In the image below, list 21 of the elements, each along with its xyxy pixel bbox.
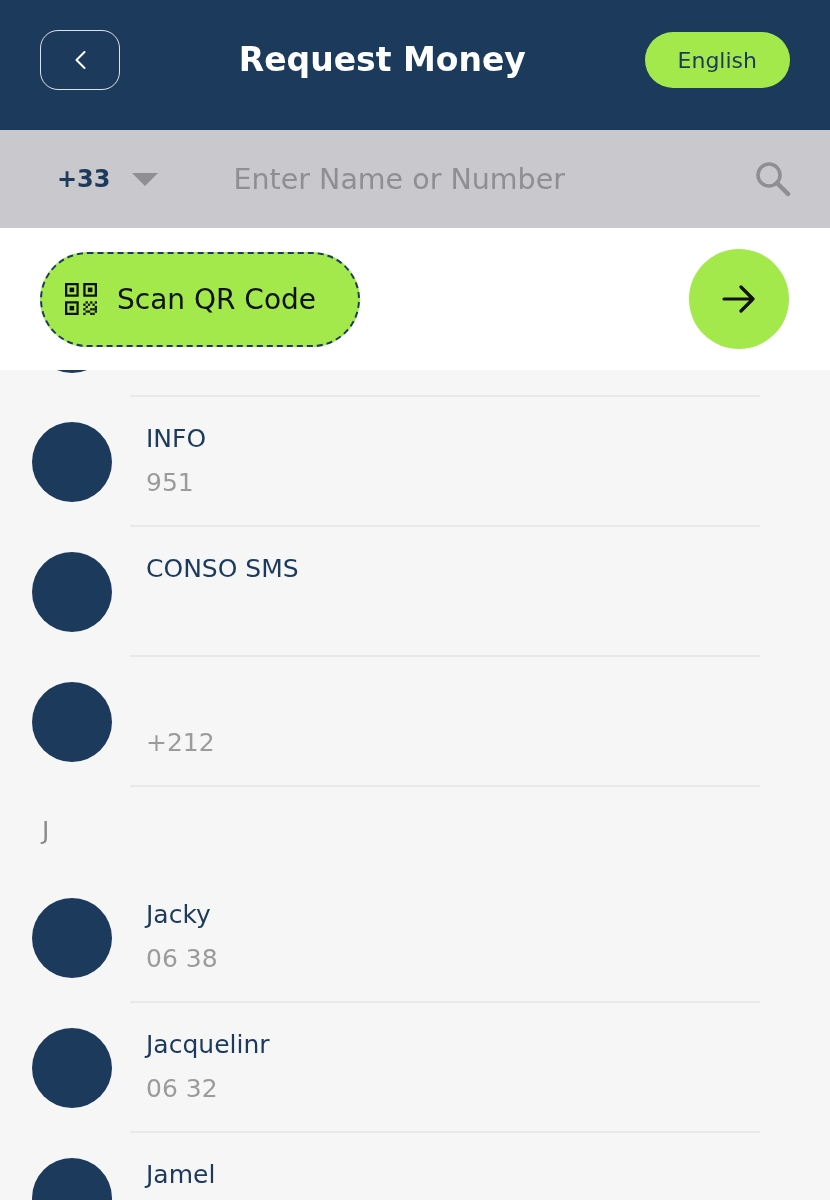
search-field[interactable]: Enter Name or Number (233, 157, 745, 201)
contact-number: 06 38 (146, 943, 218, 975)
contact-number: +212 (146, 727, 215, 759)
contact-number: 06 32 (146, 1073, 218, 1105)
caret-down-icon (131, 172, 158, 186)
chevron-left-icon (74, 51, 86, 69)
contact-name: INFO (146, 423, 207, 455)
contact-name: Jamel (146, 1159, 216, 1191)
arrow-right-icon (722, 285, 756, 313)
contact-name: CONSO SMS (146, 553, 299, 585)
contact-name: Jacky (146, 899, 211, 931)
language-button[interactable]: English (644, 32, 790, 88)
contact-name: Jacquelinr (146, 1029, 270, 1061)
page-title: Request Money (237, 39, 527, 81)
qr-code-icon (65, 283, 97, 315)
scan-qr-button[interactable]: Scan QR Code (40, 251, 361, 347)
country-code-dropdown[interactable]: +33 (57, 165, 158, 193)
contact-number: 951 (146, 467, 194, 499)
search-bar[interactable]: +33 Enter Name or Number (0, 130, 830, 228)
back-button[interactable] (40, 30, 120, 90)
section-letter: J (42, 815, 50, 845)
